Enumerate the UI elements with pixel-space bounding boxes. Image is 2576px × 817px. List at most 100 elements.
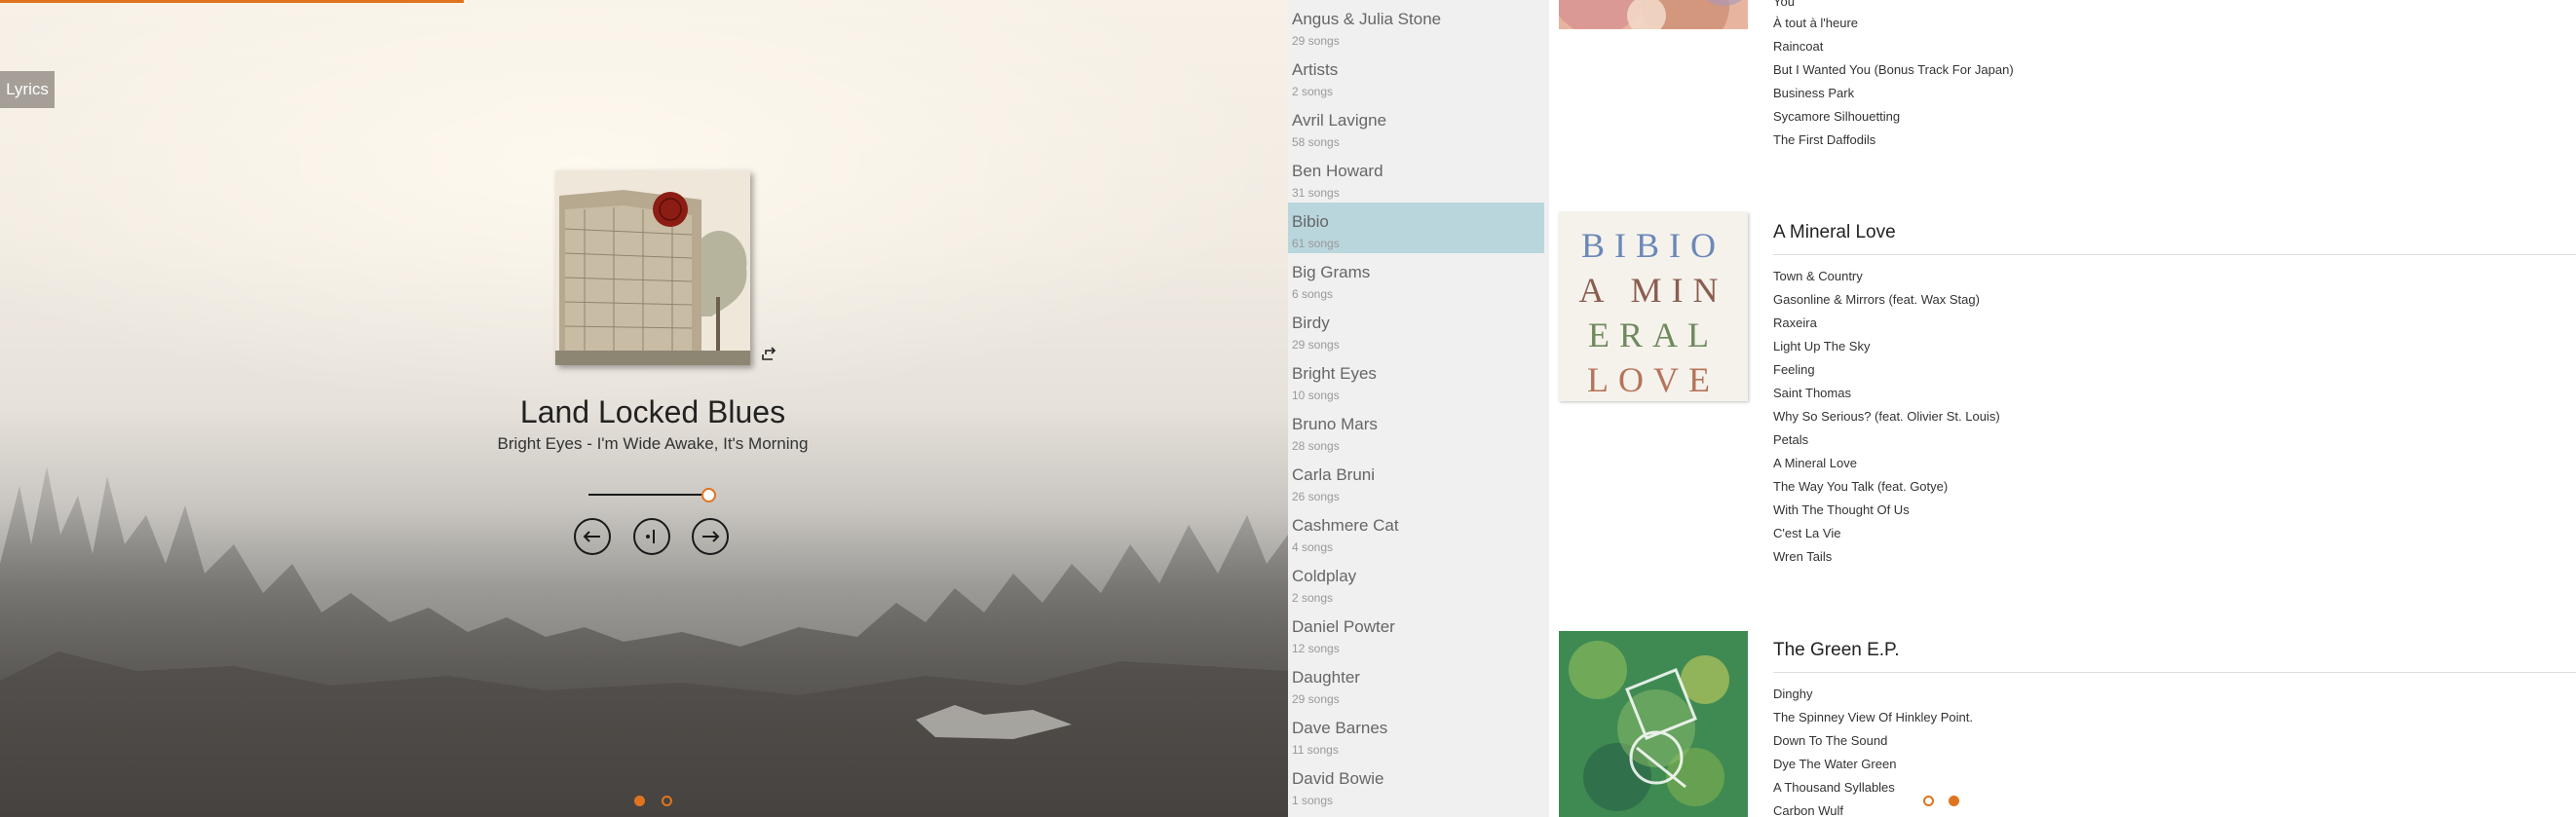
song-item[interactable]: A Mineral Love: [1773, 456, 1857, 470]
song-item[interactable]: Down To The Sound: [1773, 733, 1887, 748]
artist-name: Carla Bruni: [1292, 465, 1376, 484]
artist-song-count: 28 songs: [1292, 439, 1340, 453]
artist-song-count: 29 songs: [1292, 34, 1340, 48]
album-title[interactable]: A Mineral Love: [1773, 222, 1896, 243]
page-dot-2[interactable]: [662, 796, 672, 806]
song-item[interactable]: Dye The Water Green: [1773, 757, 1896, 771]
song-item[interactable]: Carbon Wulf: [1773, 803, 1843, 817]
song-item[interactable]: You: [1773, 0, 1795, 9]
artist-song-count: 29 songs: [1292, 692, 1340, 706]
song-item[interactable]: Raincoat: [1773, 39, 1823, 54]
seek-slider[interactable]: [588, 487, 716, 502]
artist-song-count: 4 songs: [1292, 540, 1334, 554]
album-page-dot-1[interactable]: [1923, 796, 1934, 806]
song-item[interactable]: Why So Serious? (feat. Olivier St. Louis…: [1773, 409, 2000, 424]
artist-song-count: 12 songs: [1292, 642, 1340, 655]
artist-name: Daniel Powter: [1292, 617, 1395, 636]
track-artist-album: Bright Eyes - I'm Wide Awake, It's Morni…: [497, 434, 809, 453]
song-item[interactable]: The Way You Talk (feat. Gotye): [1773, 479, 1948, 494]
artist-item-bibio[interactable]: Bibio 61 songs: [1288, 203, 1544, 253]
artist-song-count: 26 songs: [1292, 490, 1340, 503]
song-item[interactable]: Dinghy: [1773, 687, 1812, 701]
artist-item-ben-howard[interactable]: Ben Howard 31 songs: [1288, 152, 1544, 203]
previous-track-button[interactable]: [574, 518, 611, 555]
song-item[interactable]: A Thousand Syllables: [1773, 780, 1895, 795]
song-item[interactable]: The Spinney View Of Hinkley Point.: [1773, 710, 1973, 724]
artist-name: Ben Howard: [1292, 162, 1383, 180]
song-item[interactable]: But I Wanted You (Bonus Track For Japan): [1773, 62, 2014, 77]
artist-item-artists[interactable]: Artists 2 songs: [1288, 51, 1544, 101]
album-list: You À tout à l'heure Raincoat But I Want…: [1549, 0, 2576, 817]
artist-name: Coldplay: [1292, 567, 1357, 585]
artist-name: Artists: [1292, 60, 1339, 79]
artist-song-count: 58 songs: [1292, 135, 1340, 149]
song-item[interactable]: Light Up The Sky: [1773, 339, 1870, 353]
song-item[interactable]: Business Park: [1773, 86, 1854, 100]
song-item[interactable]: À tout à l'heure: [1773, 16, 1858, 30]
album-divider: [1773, 672, 2576, 673]
artist-song-count: 29 songs: [1292, 338, 1340, 352]
song-item[interactable]: Wren Tails: [1773, 549, 1832, 564]
song-item[interactable]: Town & Country: [1773, 269, 1863, 283]
artist-song-count: 6 songs: [1292, 287, 1334, 301]
artist-item-dave-barnes[interactable]: Dave Barnes 11 songs: [1288, 709, 1544, 760]
album-art-a-mineral-love[interactable]: BIBIO A MIN ERAL LOVE: [1559, 212, 1748, 401]
svg-text:ERAL: ERAL: [1588, 316, 1719, 354]
track-title: Land Locked Blues: [519, 394, 786, 429]
artist-name: Cashmere Cat: [1292, 516, 1399, 535]
artist-item-birdy[interactable]: Birdy 29 songs: [1288, 304, 1544, 354]
artist-name: Daughter: [1292, 668, 1360, 687]
song-item[interactable]: C'est La Vie: [1773, 526, 1840, 540]
song-item[interactable]: The First Daffodils: [1773, 132, 1875, 147]
forest-background-image: [0, 466, 1288, 817]
player-panel: Lyrics Land Locked Blues Bright Eyes - I…: [0, 0, 1288, 817]
song-item[interactable]: Sycamore Silhouetting: [1773, 109, 1900, 124]
artist-item-big-grams[interactable]: Big Grams 6 songs: [1288, 253, 1544, 304]
artist-item-bright-eyes[interactable]: Bright Eyes 10 songs: [1288, 354, 1544, 405]
svg-text:LOVE: LOVE: [1587, 360, 1720, 399]
page-dot-1[interactable]: [634, 796, 645, 806]
album-title[interactable]: The Green E.P.: [1773, 640, 1900, 661]
artist-list: Angus & Julia Stone 29 songs Artists 2 s…: [1288, 0, 1549, 817]
artist-name: Dave Barnes: [1292, 719, 1388, 737]
artist-item-david-bowie[interactable]: David Bowie 1 songs: [1288, 760, 1544, 810]
play-pause-icon: [646, 530, 655, 543]
album-divider: [1773, 254, 2576, 255]
seek-handle[interactable]: [701, 488, 716, 502]
song-item[interactable]: With The Thought Of Us: [1773, 502, 1910, 517]
artist-name: Big Grams: [1292, 263, 1371, 281]
artist-name: Avril Lavigne: [1292, 111, 1387, 130]
artist-item-cashmere-cat[interactable]: Cashmere Cat 4 songs: [1288, 506, 1544, 557]
artist-name: David Bowie: [1292, 769, 1384, 788]
album-page-dot-2[interactable]: [1949, 796, 1959, 806]
artist-item-coldplay[interactable]: Coldplay 2 songs: [1288, 557, 1544, 608]
artist-item-bruno-mars[interactable]: Bruno Mars 28 songs: [1288, 405, 1544, 456]
artist-song-count: 31 songs: [1292, 186, 1340, 200]
album-art-the-green-ep[interactable]: [1559, 631, 1748, 817]
artist-item-avril-lavigne[interactable]: Avril Lavigne 58 songs: [1288, 101, 1544, 152]
song-item[interactable]: Petals: [1773, 432, 1808, 447]
song-item[interactable]: Raxeira: [1773, 316, 1817, 330]
artist-item-daughter[interactable]: Daughter 29 songs: [1288, 658, 1544, 709]
artist-item-angus-julia-stone[interactable]: Angus & Julia Stone 29 songs: [1288, 0, 1544, 51]
lyrics-button[interactable]: Lyrics: [0, 71, 55, 108]
seek-track: [588, 494, 707, 496]
share-icon[interactable]: [760, 346, 777, 363]
song-item[interactable]: Gasonline & Mirrors (feat. Wax Stag): [1773, 292, 1980, 307]
arrow-left-icon: [583, 531, 600, 542]
artist-item-carla-bruni[interactable]: Carla Bruni 26 songs: [1288, 456, 1544, 506]
play-pause-button[interactable]: [633, 518, 670, 555]
arrow-right-icon: [702, 531, 720, 542]
svg-text:A MIN: A MIN: [1578, 271, 1727, 310]
song-item[interactable]: Saint Thomas: [1773, 386, 1851, 400]
artist-name: Bruno Mars: [1292, 415, 1378, 433]
artist-song-count: 1 songs: [1292, 794, 1334, 807]
artist-song-count: 2 songs: [1292, 591, 1334, 605]
artist-name: Bibio: [1292, 212, 1329, 231]
song-item[interactable]: Feeling: [1773, 362, 1815, 377]
next-track-button[interactable]: [692, 518, 729, 555]
artist-song-count: 61 songs: [1292, 237, 1340, 250]
artist-item-daniel-powter[interactable]: Daniel Powter 12 songs: [1288, 608, 1544, 658]
artist-song-count: 11 songs: [1292, 743, 1339, 757]
album-art-1[interactable]: [1559, 0, 1748, 29]
